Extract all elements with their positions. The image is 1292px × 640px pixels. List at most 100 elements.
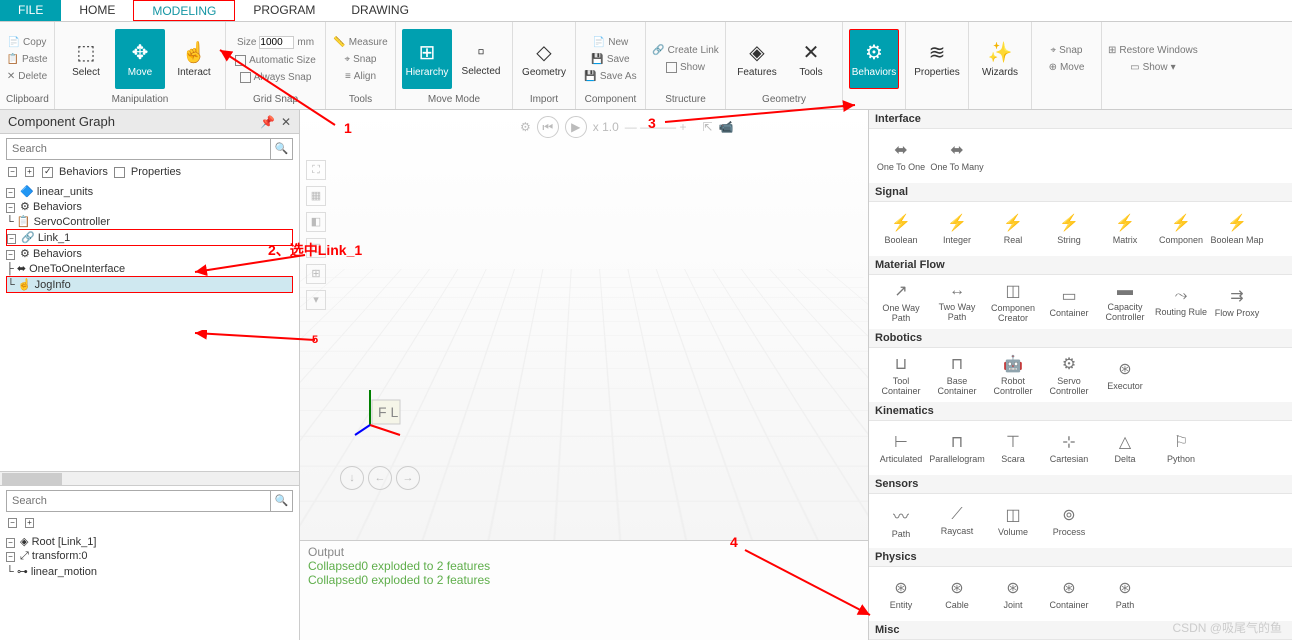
axis-widget[interactable]: F L xyxy=(350,380,410,440)
item-componen-signal[interactable]: ⚡Componen xyxy=(1153,204,1209,254)
item-executor[interactable]: ⊛Executor xyxy=(1097,350,1153,400)
search-input-2[interactable] xyxy=(6,490,271,512)
snap-button[interactable]: ⌖ Snap xyxy=(345,53,377,66)
collapse-all-icon[interactable]: − xyxy=(8,167,17,177)
tab-drawing[interactable]: DRAWING xyxy=(333,0,427,21)
item-base-container[interactable]: ⊓Base Container xyxy=(929,350,985,400)
restore-windows-button[interactable]: ⊞ Restore Windows xyxy=(1108,44,1198,57)
item-tool-container[interactable]: ⊔Tool Container xyxy=(873,350,929,400)
interact-button[interactable]: ☝Interact xyxy=(169,29,219,89)
side-icon-2[interactable]: ▦ xyxy=(306,186,326,206)
collapse-all-icon-2[interactable]: − xyxy=(8,518,17,528)
item-container[interactable]: ▭Container xyxy=(1041,277,1097,327)
tree2-motion[interactable]: └ ⊶ linear_motion xyxy=(6,564,293,579)
item-robot-ctrl[interactable]: 🤖Robot Controller xyxy=(985,350,1041,400)
item-boolean[interactable]: ⚡Boolean xyxy=(873,204,929,254)
item-one-to-many[interactable]: ⬌One To Many xyxy=(929,131,985,181)
nav-right-icon[interactable]: → xyxy=(396,466,420,490)
tree-behaviors[interactable]: − ⚙ Behaviors xyxy=(6,199,293,214)
item-twoway[interactable]: ↔Two Way Path xyxy=(929,277,985,327)
tab-file[interactable]: FILE xyxy=(0,0,61,21)
item-process-sensor[interactable]: ⊚Process xyxy=(1041,496,1097,546)
tree-servo[interactable]: └ 📋 ServoController xyxy=(6,214,293,229)
camera-icon[interactable]: 📹 xyxy=(719,120,734,134)
tab-modeling[interactable]: MODELING xyxy=(133,0,235,21)
item-path-sensor[interactable]: 〰Path xyxy=(873,496,929,546)
item-boolean-map[interactable]: ⚡Boolean Map xyxy=(1209,204,1265,254)
side-icon-3[interactable]: ◧ xyxy=(306,212,326,232)
expand-all-icon[interactable]: + xyxy=(25,167,34,177)
selected-button[interactable]: ▫Selected xyxy=(456,29,506,89)
save-button[interactable]: 💾 Save xyxy=(591,53,629,66)
size-field[interactable]: Size mm xyxy=(237,35,314,50)
rewind-button[interactable]: ⏮ xyxy=(537,116,559,138)
tree-joginfo[interactable]: └ ☝ JogInfo xyxy=(6,276,293,293)
auto-size-check[interactable]: Automatic Size xyxy=(235,54,316,67)
tree-onetoone[interactable]: ├ ⬌ OneToOneInterface xyxy=(6,261,293,276)
saveas-button[interactable]: 💾 Save As xyxy=(584,70,636,83)
paste-button[interactable]: 📋 Paste xyxy=(6,53,47,66)
delete-button[interactable]: ✕ Delete xyxy=(7,70,47,83)
tree-link-behaviors[interactable]: − ⚙ Behaviors xyxy=(6,246,293,261)
tree2-transform[interactable]: − ⤢ transform:0 xyxy=(6,549,293,564)
align-button[interactable]: ≡ Align xyxy=(345,70,376,83)
item-string[interactable]: ⚡String xyxy=(1041,204,1097,254)
item-articulated[interactable]: ⊢Articulated xyxy=(873,423,929,473)
export-icon[interactable]: ⇱ xyxy=(702,120,712,134)
item-creator[interactable]: ◫Componen Creator xyxy=(985,277,1041,327)
geom-tools-button[interactable]: ✕Tools xyxy=(786,29,836,89)
item-joint[interactable]: ⊛Joint xyxy=(985,569,1041,619)
geometry-import-button[interactable]: ◇Geometry xyxy=(519,29,569,89)
item-volume[interactable]: ◫Volume xyxy=(985,496,1041,546)
tree-link1[interactable]: − 🔗 Link_1 xyxy=(6,229,293,246)
item-parallel[interactable]: ⊓Parallelogram xyxy=(929,423,985,473)
viewport-3d[interactable]: ⚙ ⏮ ▶ x 1.0 — ——— + ⇱ 📹 ⛶ ▦ ◧ ◫ ⊞ ▾ F L xyxy=(300,110,868,540)
item-one-to-one[interactable]: ⬌One To One xyxy=(873,131,929,181)
item-flowproxy[interactable]: ⇉Flow Proxy xyxy=(1209,277,1265,327)
features-button[interactable]: ◈Features xyxy=(732,29,782,89)
item-routing[interactable]: ⤳Routing Rule xyxy=(1153,277,1209,327)
settings-icon[interactable]: ⚙ xyxy=(520,120,531,134)
tab-home[interactable]: HOME xyxy=(61,0,133,21)
item-cartesian[interactable]: ⊹Cartesian xyxy=(1041,423,1097,473)
pin-icon[interactable]: 📌 xyxy=(260,115,275,129)
item-real[interactable]: ⚡Real xyxy=(985,204,1041,254)
item-phys-container[interactable]: ⊛Container xyxy=(1041,569,1097,619)
show-dropdown[interactable]: ▭ Show ▾ xyxy=(1130,61,1176,74)
side-icon-1[interactable]: ⛶ xyxy=(306,160,326,180)
item-entity[interactable]: ⊛Entity xyxy=(873,569,929,619)
tree2-root[interactable]: − ◈ Root [Link_1] xyxy=(6,534,293,549)
side-icon-6[interactable]: ▾ xyxy=(306,290,326,310)
item-cable[interactable]: ⊛Cable xyxy=(929,569,985,619)
search-icon[interactable]: 🔍 xyxy=(271,138,293,160)
nav-left-icon[interactable]: ← xyxy=(368,466,392,490)
select-button[interactable]: ⬚Select xyxy=(61,29,111,89)
behaviors-filter-check[interactable] xyxy=(42,167,53,178)
show-check[interactable]: Show xyxy=(666,61,705,74)
close-icon[interactable]: ✕ xyxy=(281,115,291,129)
hierarchy-button[interactable]: ⊞Hierarchy xyxy=(402,29,452,89)
item-python-kin[interactable]: ⚐Python xyxy=(1153,423,1209,473)
wizards-button[interactable]: ✨Wizards xyxy=(975,29,1025,89)
side-icon-5[interactable]: ⊞ xyxy=(306,264,326,284)
item-capacity[interactable]: ▬Capacity Controller xyxy=(1097,277,1153,327)
properties-filter-check[interactable] xyxy=(114,167,125,178)
tree-root[interactable]: − 🔷 linear_units xyxy=(6,184,293,199)
always-snap-check[interactable]: Always Snap xyxy=(240,71,312,84)
move2-button[interactable]: ⊕ Move xyxy=(1049,61,1085,74)
expand-all-icon-2[interactable]: + xyxy=(25,518,34,528)
item-servo-ctrl[interactable]: ⚙Servo Controller xyxy=(1041,350,1097,400)
nav-down-icon[interactable]: ↓ xyxy=(340,466,364,490)
new-button[interactable]: 📄 New xyxy=(593,36,628,49)
measure-button[interactable]: 📏 Measure xyxy=(333,36,387,49)
side-icon-4[interactable]: ◫ xyxy=(306,238,326,258)
tree-scrollbar[interactable] xyxy=(0,471,299,485)
item-matrix[interactable]: ⚡Matrix xyxy=(1097,204,1153,254)
item-scara[interactable]: ⊤Scara xyxy=(985,423,1041,473)
item-delta[interactable]: △Delta xyxy=(1097,423,1153,473)
behaviors-button[interactable]: ⚙Behaviors xyxy=(849,29,899,89)
tab-program[interactable]: PROGRAM xyxy=(235,0,333,21)
item-phys-path[interactable]: ⊛Path xyxy=(1097,569,1153,619)
snap2-button[interactable]: ⌖ Snap xyxy=(1051,44,1083,57)
play-button[interactable]: ▶ xyxy=(565,116,587,138)
